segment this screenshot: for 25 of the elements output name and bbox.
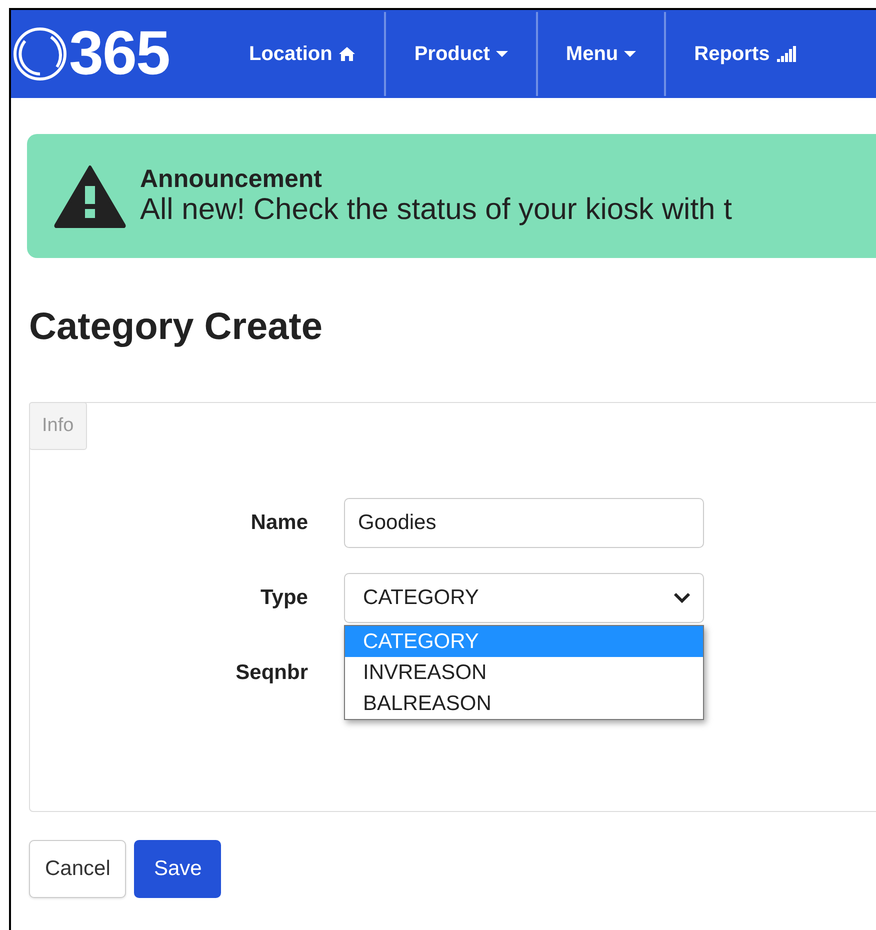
name-field[interactable]: Goodies bbox=[344, 498, 704, 548]
nav-item[interactable]: Reports bbox=[666, 12, 824, 96]
type-select[interactable]: CATEGORY bbox=[344, 573, 704, 623]
dropdown-option[interactable]: BALREASON bbox=[345, 688, 703, 719]
caret-icon bbox=[624, 50, 636, 58]
save-button[interactable]: Save bbox=[134, 840, 222, 898]
nav-item[interactable]: Menu bbox=[538, 12, 666, 96]
field-label: Name bbox=[250, 511, 309, 535]
logo-icon bbox=[11, 25, 69, 83]
cancel-button[interactable]: Cancel bbox=[29, 840, 126, 898]
nav-item[interactable]: Location bbox=[221, 12, 386, 96]
home-icon bbox=[338, 46, 356, 62]
announcement-text: All new! Check the status of your kiosk with t bbox=[140, 193, 732, 226]
warning-icon bbox=[54, 164, 126, 228]
chevron-icon bbox=[673, 592, 691, 604]
field-label: Type bbox=[260, 586, 309, 610]
nav-item[interactable]: Product bbox=[386, 12, 538, 96]
dropdown-option[interactable]: CATEGORY bbox=[345, 626, 703, 657]
page-heading: Category Create bbox=[29, 308, 324, 346]
brand-logo[interactable]: 365 bbox=[69, 23, 170, 85]
announcement-title: Announcement bbox=[140, 166, 323, 194]
caret-icon bbox=[496, 50, 508, 58]
dropdown-option[interactable]: INVREASON bbox=[345, 657, 703, 688]
signal-icon bbox=[776, 46, 796, 62]
field-label: Seqnbr bbox=[234, 661, 309, 685]
